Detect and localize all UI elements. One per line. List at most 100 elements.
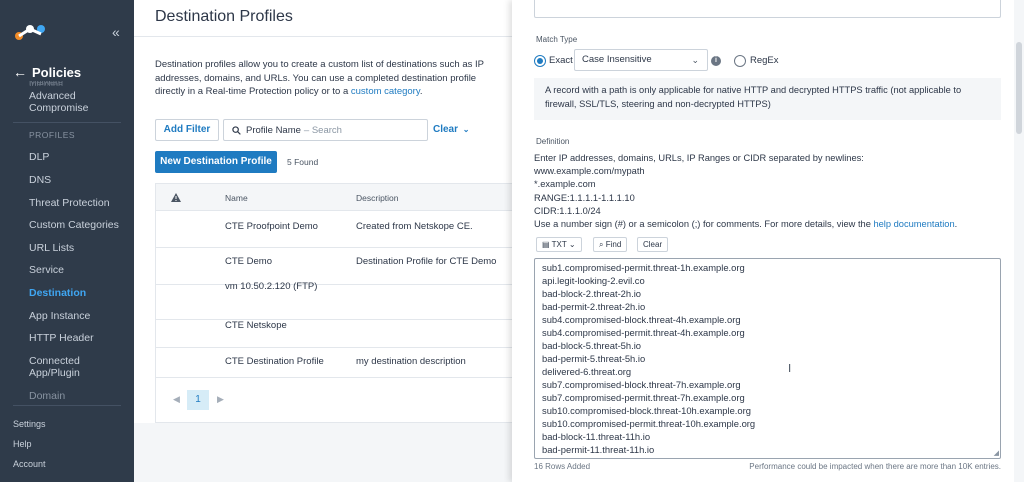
netskope-logo[interactable] bbox=[14, 22, 46, 42]
performance-note: Performance could be impacted when there… bbox=[749, 462, 1001, 471]
entry-line: sub10.compromised-permit.threat-10h.exam… bbox=[542, 418, 756, 429]
exact-radio-label[interactable]: Exact bbox=[549, 55, 573, 66]
resize-handle-icon[interactable]: ◢ bbox=[994, 449, 999, 457]
sidebar-item-advanced-compromise[interactable]: Advanced Compromise bbox=[29, 90, 109, 114]
entry-line: sub4.compromised-permit.threat-4h.exampl… bbox=[542, 327, 745, 338]
page-title: Destination Profiles bbox=[155, 8, 293, 25]
sidebar-item-threat-protection[interactable]: Threat Protection bbox=[29, 197, 110, 209]
description-text: Destination profiles allow you to create… bbox=[155, 59, 484, 97]
search-input[interactable]: Profile Name – Search bbox=[223, 119, 428, 141]
entry-line: bad-block-2.threat-2h.io bbox=[542, 288, 642, 299]
clear-label: Clear bbox=[433, 124, 459, 135]
row-description: my destination description bbox=[356, 356, 466, 367]
next-page-icon[interactable]: ▶ bbox=[217, 394, 224, 405]
prev-page-icon[interactable]: ◀ bbox=[173, 394, 180, 405]
divider bbox=[134, 36, 512, 37]
pagination: ◀ 1 ▶ bbox=[156, 378, 513, 423]
new-destination-profile-button[interactable]: New Destination Profile bbox=[155, 151, 277, 173]
description-end: . bbox=[419, 86, 423, 97]
scrollbar-thumb[interactable] bbox=[1016, 42, 1022, 134]
row-description: Created from Netskope CE. bbox=[356, 221, 473, 232]
account-link[interactable]: Account bbox=[13, 459, 46, 469]
name-column-header[interactable]: Name bbox=[225, 193, 248, 203]
section-title: Policies bbox=[32, 64, 82, 80]
entry-line: sub7.compromised-block.threat-7h.example… bbox=[542, 379, 741, 390]
definition-example: *.example.com bbox=[534, 179, 596, 189]
sidebar-item-connected-app[interactable]: Connected App/Plugin bbox=[29, 355, 109, 379]
divider bbox=[13, 122, 121, 123]
entry-line: bad-block-11.threat-11h.io bbox=[542, 431, 651, 442]
search-icon bbox=[232, 125, 241, 135]
chevron-down-icon: ⌄ bbox=[462, 125, 470, 134]
txt-label: TXT bbox=[551, 240, 567, 249]
sidebar-item-app-instance[interactable]: App Instance bbox=[29, 310, 90, 322]
definition-example: www.example.com/mypath bbox=[534, 166, 645, 176]
sidebar-item-url-lists[interactable]: URL Lists bbox=[29, 242, 74, 254]
path-record-note: A record with a path is only applicable … bbox=[534, 78, 1001, 120]
exact-radio[interactable] bbox=[534, 55, 546, 67]
definition-entries-textarea[interactable]: sub1.compromised-permit.threat-1h.exampl… bbox=[534, 258, 1001, 459]
sidebar: « ← Policies Malware Infection Advanced … bbox=[0, 0, 134, 482]
profile-name-field[interactable] bbox=[534, 0, 1001, 18]
row-description: Destination Profile for CTE Demo bbox=[356, 256, 497, 267]
settings-link[interactable]: Settings bbox=[13, 419, 46, 429]
sidebar-item-domain[interactable]: Domain bbox=[29, 390, 65, 402]
profile-editor-drawer: Match Type Exact Case Insensitive ⌄ i Re… bbox=[512, 0, 1024, 482]
results-count: 5 Found bbox=[287, 157, 319, 167]
sidebar-item-destination[interactable]: Destination bbox=[29, 287, 86, 299]
drawer-scrollbar[interactable] bbox=[1014, 0, 1024, 482]
entry-line: api.legit-looking-2.evil.co bbox=[542, 275, 645, 286]
sidebar-item-http-header[interactable]: HTTP Header bbox=[29, 332, 94, 344]
entry-line: sub7.compromised-permit.threat-7h.exampl… bbox=[542, 392, 745, 403]
back-to-menu-button[interactable]: ← Policies bbox=[13, 64, 81, 80]
row-name: CTE Proofpoint Demo bbox=[225, 221, 318, 232]
search-icon: ⌕ bbox=[599, 240, 604, 249]
description-column-header[interactable]: Description bbox=[356, 193, 399, 203]
profiles-panel: Destination Profiles Destination profile… bbox=[134, 0, 513, 482]
sidebar-item-service[interactable]: Service bbox=[29, 264, 64, 276]
clear-button[interactable]: Clear bbox=[637, 237, 669, 252]
page-1-button[interactable]: 1 bbox=[187, 390, 209, 410]
warning-icon bbox=[171, 193, 181, 202]
help-link[interactable]: Help bbox=[13, 439, 32, 449]
regex-radio[interactable] bbox=[734, 55, 746, 67]
table-header: Name Description bbox=[156, 184, 513, 211]
find-button[interactable]: ⌕ Find bbox=[593, 237, 628, 252]
search-field-name: Profile Name bbox=[246, 124, 301, 136]
case-select-value: Case Insensitive bbox=[582, 54, 652, 65]
txt-format-button[interactable]: ▤ TXT ⌄ bbox=[536, 237, 582, 252]
panel-footer-area bbox=[134, 423, 512, 482]
sidebar-item-custom-categories[interactable]: Custom Categories bbox=[29, 219, 119, 231]
regex-radio-label[interactable]: RegEx bbox=[750, 55, 779, 66]
table-row[interactable]: CTE Proofpoint Demo Created from Netskop… bbox=[156, 211, 513, 248]
comment-instructions: Use a number sign (#) or a semicolon (;)… bbox=[534, 218, 1004, 232]
rows-added-count: 16 Rows Added bbox=[534, 462, 591, 471]
sidebar-item-dns[interactable]: DNS bbox=[29, 174, 51, 186]
chevron-down-icon: ⌄ bbox=[691, 55, 699, 65]
comment-text: Use a number sign (#) or a semicolon (;)… bbox=[534, 219, 874, 229]
clear-filters-button[interactable]: Clear ⌄ bbox=[433, 124, 470, 135]
text-cursor-icon: Ι bbox=[788, 362, 792, 375]
profiles-table: Name Description CTE Proofpoint Demo Cre… bbox=[155, 183, 513, 423]
profiles-section-label: PROFILES bbox=[29, 130, 76, 140]
table-row[interactable]: CTE Destination Profile my destination d… bbox=[156, 348, 513, 378]
entry-line: bad-permit-5.threat-5h.io bbox=[542, 353, 646, 364]
sidebar-item-dlp[interactable]: DLP bbox=[29, 151, 49, 163]
match-type-label: Match Type bbox=[536, 35, 578, 44]
collapse-sidebar-icon[interactable]: « bbox=[112, 24, 120, 40]
find-label: Find bbox=[605, 240, 622, 249]
row-name: vm 10.50.2.120 (FTP) bbox=[225, 281, 318, 292]
case-sensitivity-select[interactable]: Case Insensitive ⌄ bbox=[574, 49, 708, 71]
entry-line: delivered-6.threat.org bbox=[542, 366, 632, 377]
row-name: CTE Destination Profile bbox=[225, 356, 324, 367]
info-icon[interactable]: i bbox=[711, 56, 721, 66]
divider bbox=[13, 405, 121, 406]
add-filter-button[interactable]: Add Filter bbox=[155, 119, 219, 141]
comment-end: . bbox=[954, 219, 958, 229]
entry-line: bad-permit-2.threat-2h.io bbox=[542, 301, 646, 312]
table-row[interactable]: CTE Netskope bbox=[156, 311, 513, 348]
definition-instructions: Enter IP addresses, domains, URLs, IP Ra… bbox=[534, 153, 864, 163]
custom-category-link[interactable]: custom category bbox=[351, 86, 420, 97]
search-placeholder: – Search bbox=[303, 124, 342, 136]
help-documentation-link[interactable]: help documentation bbox=[873, 219, 954, 229]
